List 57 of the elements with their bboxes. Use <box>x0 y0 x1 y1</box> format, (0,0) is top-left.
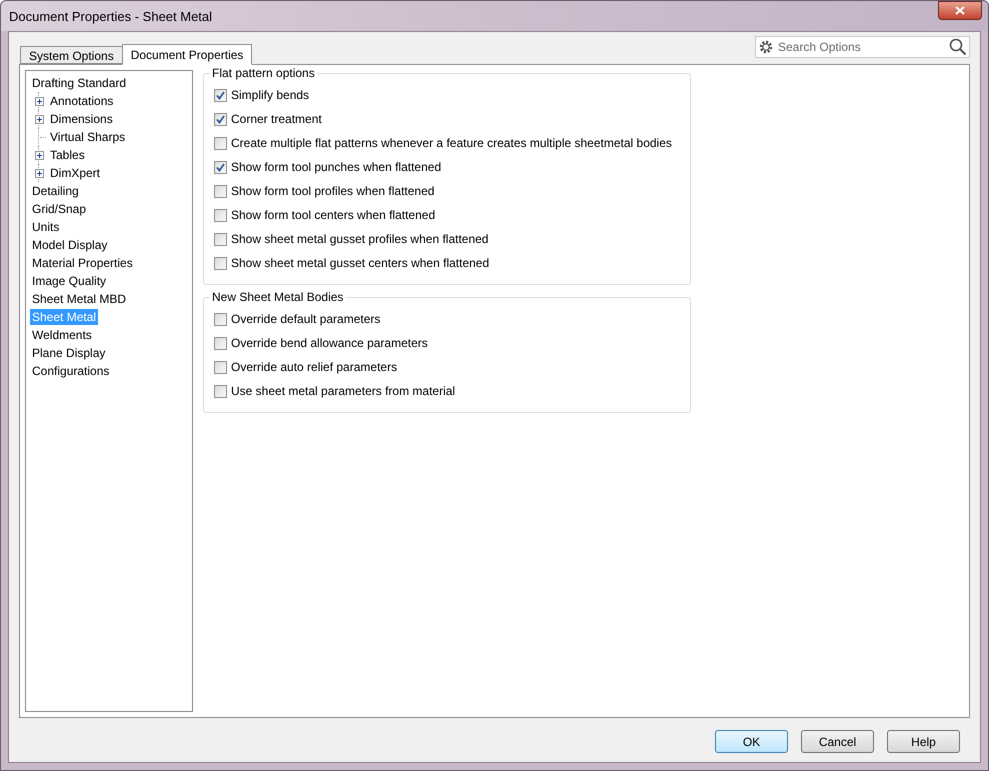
close-icon <box>955 6 965 15</box>
checkbox[interactable] <box>214 88 227 102</box>
expand-icon[interactable] <box>34 168 44 178</box>
tree-item[interactable]: Configurations <box>30 363 112 379</box>
option-label: Show sheet metal gusset centers when flattened <box>231 255 490 272</box>
checkbox[interactable] <box>214 312 227 326</box>
checkbox[interactable] <box>214 336 227 350</box>
checkbox[interactable] <box>214 360 227 374</box>
search-field[interactable]: Search Options <box>755 36 970 58</box>
group-title: New Sheet Metal Bodies <box>210 290 346 304</box>
tree-item[interactable]: Material Properties <box>30 255 135 271</box>
tree-item[interactable]: Model Display <box>30 237 110 253</box>
checkbox[interactable] <box>214 160 227 174</box>
option-label: Create multiple flat patterns whenever a feature creates multiple sheetmetal bodies <box>231 135 672 152</box>
checkbox[interactable] <box>214 136 227 150</box>
option-label: Show sheet metal gusset profiles when flattened <box>231 231 488 248</box>
close-button[interactable] <box>938 1 982 20</box>
expand-icon[interactable] <box>34 96 44 106</box>
dialog-button[interactable]: Help <box>887 730 960 753</box>
settings-icon <box>758 39 774 55</box>
window-title: Document Properties - Sheet Metal <box>9 8 212 26</box>
tab[interactable]: System Options <box>20 46 122 64</box>
tree-item[interactable]: Annotations <box>48 93 116 109</box>
option-label: Override bend allowance parameters <box>231 335 428 352</box>
tree-item[interactable]: Units <box>30 219 62 235</box>
checkbox[interactable] <box>214 184 227 198</box>
checkbox[interactable] <box>214 112 227 126</box>
search-icon <box>949 38 967 56</box>
tree-item[interactable]: Image Quality <box>30 273 108 289</box>
tree-item[interactable]: Tables <box>48 147 87 163</box>
tree-item[interactable]: Detailing <box>30 183 81 199</box>
checkbox[interactable] <box>214 256 227 270</box>
option-label: Show form tool profiles when flattened <box>231 183 434 200</box>
option-label: Override default parameters <box>231 311 380 328</box>
checkbox[interactable] <box>214 384 227 398</box>
tab[interactable]: Document Properties <box>122 44 252 65</box>
expand-icon[interactable] <box>34 150 44 160</box>
tree-item[interactable]: Plane Display <box>30 345 108 361</box>
expand-icon[interactable] <box>34 114 44 124</box>
tree-item[interactable]: Virtual Sharps <box>48 129 128 145</box>
tree-item[interactable]: Drafting Standard <box>30 75 128 91</box>
option-label: Corner treatment <box>231 111 322 128</box>
tree-item[interactable]: Weldments <box>30 327 94 343</box>
tree-item[interactable]: DimXpert <box>48 165 102 181</box>
option-label: Show form tool centers when flattened <box>231 207 436 224</box>
tree-item[interactable]: Dimensions <box>48 111 115 127</box>
option-label: Use sheet metal parameters from material <box>231 383 456 400</box>
option-label: Override auto relief parameters <box>231 359 398 376</box>
checkbox[interactable] <box>214 232 227 246</box>
dialog-button[interactable]: Cancel <box>801 730 874 753</box>
option-label: Simplify bends <box>231 87 310 104</box>
group-title: Flat pattern options <box>210 66 317 80</box>
tree-item[interactable]: Sheet Metal MBD <box>30 291 128 307</box>
tree-item[interactable]: Grid/Snap <box>30 201 88 217</box>
dialog-button[interactable]: OK <box>715 730 788 753</box>
option-label: Show form tool punches when flattened <box>231 159 442 176</box>
checkbox[interactable] <box>214 208 227 222</box>
